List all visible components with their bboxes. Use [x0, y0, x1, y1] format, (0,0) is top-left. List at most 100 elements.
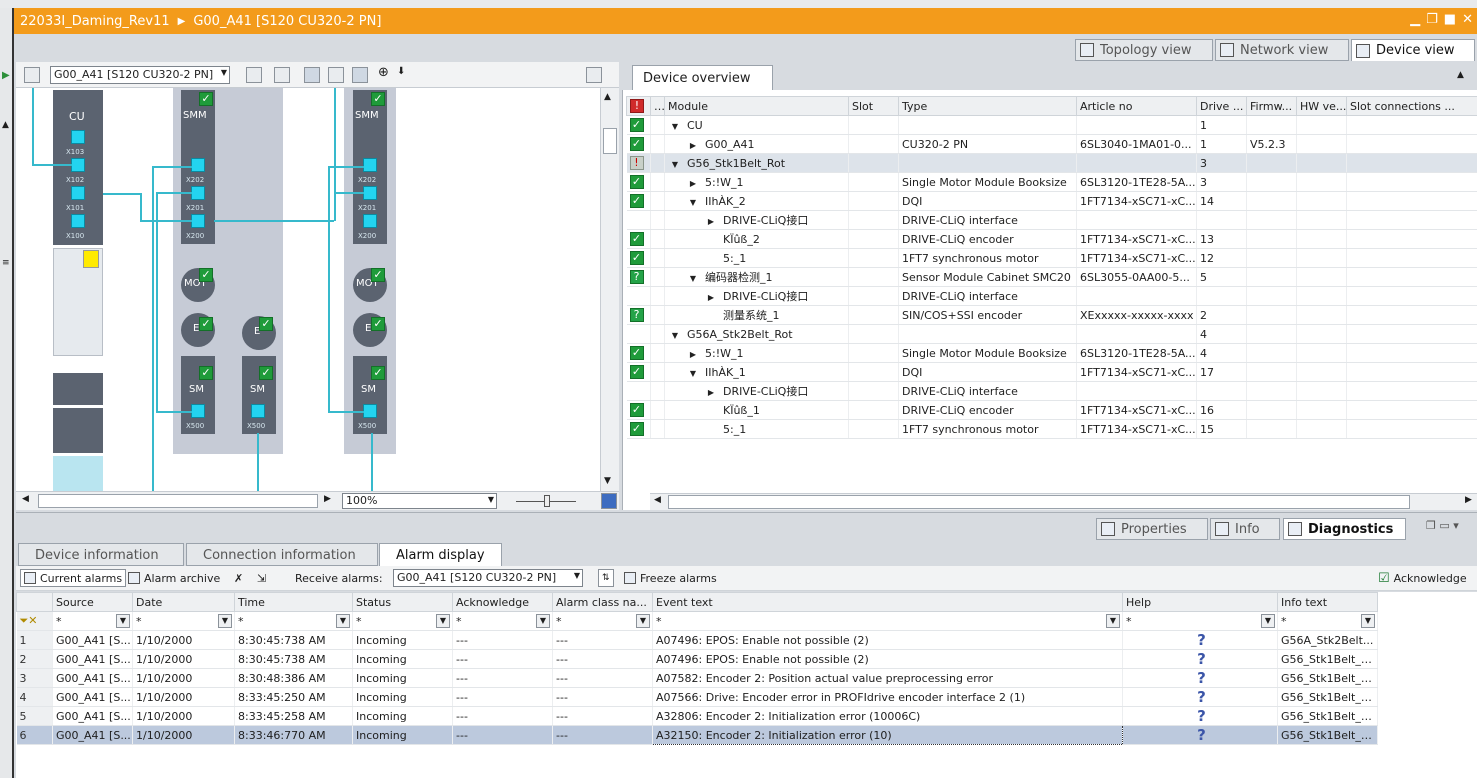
overview-row[interactable]: ✓ ▼ IIhÀK_1 DQI 1FT7134-xSC71-xC... 17 — [626, 362, 1477, 382]
filter-cell[interactable]: * ▼ — [1277, 611, 1378, 631]
play-icon[interactable]: ▶ — [2, 70, 10, 81]
help-icon[interactable]: ? — [1122, 687, 1278, 707]
minimize-icon[interactable]: ▁ — [1410, 12, 1420, 27]
tab-device-information[interactable]: Device information — [18, 543, 184, 566]
table-view-icon[interactable] — [352, 67, 368, 83]
scroll-right-icon[interactable]: ▶ — [324, 494, 331, 504]
help-icon[interactable]: ? — [1122, 630, 1278, 650]
port-x201[interactable] — [191, 186, 205, 200]
overview-row[interactable]: ▶ DRIVE-CLiQ接口 DRIVE-CLiQ interface — [626, 381, 1477, 401]
column-header-help[interactable]: Help — [1122, 592, 1278, 612]
maximize-icon[interactable]: ■ — [1444, 12, 1456, 27]
zoom-icon[interactable]: ⊕ — [378, 65, 389, 80]
column-header-hw-version[interactable]: HW ve... — [1296, 96, 1347, 116]
filter-dropdown-icon[interactable]: ▼ — [1261, 614, 1275, 628]
overview-row[interactable]: ▶ DRIVE-CLiQ接口 DRIVE-CLiQ interface — [626, 210, 1477, 230]
expand-down-icon[interactable]: ▼ — [687, 369, 699, 378]
filter-dropdown-icon[interactable]: ▼ — [536, 614, 550, 628]
port-x202[interactable] — [363, 158, 377, 172]
tab-properties[interactable]: Properties — [1096, 518, 1208, 540]
overview-horizontal-scrollbar[interactable]: ◀ ▶ — [650, 493, 1477, 510]
filter-dropdown-icon[interactable]: ▼ — [1106, 614, 1120, 628]
overview-row[interactable]: ✓ ▶ 5:!W_1 Single Motor Module Booksize 6SL3… — [626, 172, 1477, 192]
module-cell[interactable]: ▶ 5:!W_1 — [664, 343, 849, 363]
device-tree-icon[interactable] — [24, 67, 40, 83]
scroll-right-icon[interactable]: ▶ — [1465, 495, 1472, 505]
filter-cell[interactable]: * ▼ — [452, 611, 553, 631]
module-cell[interactable]: ▼ CU — [664, 115, 849, 135]
expand-down-icon[interactable]: ▼ — [687, 274, 699, 283]
expand-right-icon[interactable]: ▶ — [687, 141, 699, 150]
overview-row[interactable]: ✓ ▶ G00_A41 CU320-2 PN 6SL3040-1MA01-0... 1 V5… — [626, 134, 1477, 154]
zoom-down-icon[interactable]: ⬇ — [397, 66, 405, 77]
module-cell[interactable]: 5:_1 — [664, 419, 849, 439]
filter-cell[interactable]: * ▼ — [132, 611, 235, 631]
expand-down-icon[interactable]: ▼ — [669, 160, 681, 169]
overview-row[interactable]: ✓ KÏûß_1 DRIVE-CLiQ encoder 1FT7134-xSC71-x… — [626, 400, 1477, 420]
current-alarms-button[interactable]: Current alarms — [20, 569, 127, 587]
scroll-left-icon[interactable]: ◀ — [22, 494, 29, 504]
module-cell[interactable]: ▼ G56_Stk1Belt_Rot — [664, 153, 849, 173]
horizontal-scroll-thumb[interactable] — [38, 494, 318, 508]
column-header-info-text[interactable]: Info text — [1277, 592, 1378, 612]
alarm-archive-button[interactable]: Alarm archive — [128, 569, 220, 587]
scroll-up-icon[interactable]: ▲ — [604, 92, 611, 102]
help-icon[interactable]: ? — [1122, 725, 1278, 745]
port-x202[interactable] — [191, 158, 205, 172]
filter-cell[interactable]: * ▼ — [52, 611, 133, 631]
show-labels-icon[interactable] — [304, 67, 320, 83]
tab-alarm-display[interactable]: Alarm display — [379, 543, 502, 566]
overview-row[interactable]: ! ▼ G56_Stk1Belt_Rot 3 — [626, 153, 1477, 173]
up-arrow-icon[interactable]: ▲ — [2, 120, 9, 130]
scroll-left-icon[interactable]: ◀ — [654, 495, 661, 505]
module-cell[interactable]: 测量系统_1 — [664, 305, 849, 325]
module-cell[interactable]: ▶ DRIVE-CLiQ接口 — [664, 210, 849, 230]
restore-icon[interactable]: ❐ — [1426, 12, 1438, 27]
overview-row[interactable]: ▼ G56A_Stk2Belt_Rot 4 — [626, 324, 1477, 344]
column-header-slot-connections[interactable]: Slot connections ... — [1346, 96, 1477, 116]
acknowledge-button[interactable]: ☑ Acknowledge — [1378, 569, 1467, 587]
tab-device-overview[interactable]: Device overview — [632, 65, 773, 90]
column-header-alarm-class[interactable]: Alarm class na... — [552, 592, 653, 612]
expand-right-icon[interactable]: ▶ — [687, 350, 699, 359]
tab-diagnostics[interactable]: Diagnostics — [1283, 518, 1406, 540]
device-canvas[interactable]: CU X103 X102 X101 X100 SMM ✓ X202 X201 X… — [16, 88, 600, 491]
filter-dropdown-icon[interactable]: ▼ — [636, 614, 650, 628]
port-x201[interactable] — [363, 186, 377, 200]
port-x500[interactable] — [363, 404, 377, 418]
more-header[interactable]: … — [650, 96, 665, 116]
alarm-row[interactable]: 5 G00_A41 [S... 1/10/2000 8:33:45:258 AM Inc… — [16, 706, 1378, 726]
expand-down-icon[interactable]: ▼ — [669, 331, 681, 340]
overview-window-icon[interactable] — [586, 67, 602, 83]
overview-row[interactable]: ✓ KÏûß_2 DRIVE-CLiQ encoder 1FT7134-xSC71-x… — [626, 229, 1477, 249]
filter-dropdown-icon[interactable]: ▼ — [336, 614, 350, 628]
delete-alarms-icon[interactable]: ✗ — [234, 569, 243, 587]
export-alarms-icon[interactable]: ⇲ — [257, 569, 266, 587]
close-icon[interactable]: ✕ — [1462, 12, 1473, 27]
alarm-row[interactable]: 3 G00_A41 [S... 1/10/2000 8:30:48:386 AM Inc… — [16, 668, 1378, 688]
panel-options-icon[interactable]: ❐ ▭ ▾ — [1426, 519, 1459, 532]
port-x500[interactable] — [251, 404, 265, 418]
overview-row[interactable]: ✓ ▼ CU 1 — [626, 115, 1477, 135]
tab-info[interactable]: Info — [1210, 518, 1280, 540]
network-view-icon[interactable] — [246, 67, 262, 83]
overview-row[interactable]: ? 测量系统_1 SIN/COS+SSI encoder XExxxxx-xxxxx-… — [626, 305, 1477, 325]
column-header-article[interactable]: Article no — [1076, 96, 1197, 116]
expand-down-icon[interactable]: ▼ — [669, 122, 681, 131]
help-icon[interactable]: ? — [1122, 706, 1278, 726]
scroll-thumb[interactable] — [603, 128, 617, 154]
column-header-date[interactable]: Date — [132, 592, 235, 612]
tab-device-view[interactable]: Device view — [1351, 39, 1475, 61]
column-header-status[interactable]: Status — [352, 592, 453, 612]
zoom-select[interactable]: 100% ▼ — [342, 493, 497, 509]
zoom-slider-handle[interactable] — [544, 495, 550, 507]
canvas-vertical-scrollbar[interactable]: ▲ ▼ — [600, 88, 619, 491]
expand-down-icon[interactable]: ▼ — [687, 198, 699, 207]
scroll-up-icon[interactable]: ▲ — [1457, 70, 1464, 80]
overview-row[interactable]: ✓ 5:_1 1FT7 synchronous motor 1FT7134-xSC71… — [626, 248, 1477, 268]
module-cell[interactable]: ▶ DRIVE-CLiQ接口 — [664, 381, 849, 401]
expand-right-icon[interactable]: ▶ — [705, 217, 717, 226]
alarm-row[interactable]: 6 G00_A41 [S... 1/10/2000 8:33:46:770 AM Inc… — [16, 725, 1378, 745]
column-header-type[interactable]: Type — [898, 96, 1077, 116]
alarm-row[interactable]: 4 G00_A41 [S... 1/10/2000 8:33:45:250 AM Inc… — [16, 687, 1378, 707]
